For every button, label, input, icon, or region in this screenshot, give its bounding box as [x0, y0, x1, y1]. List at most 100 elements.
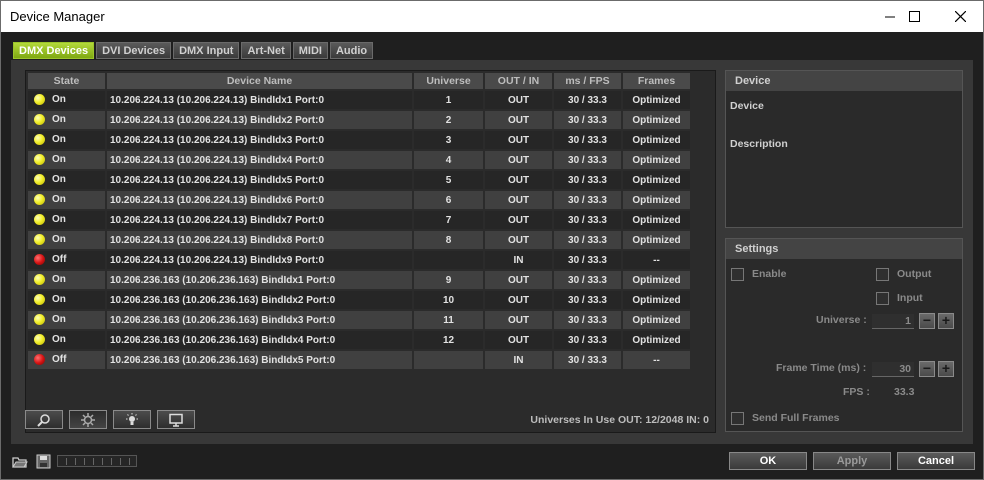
save-button[interactable]	[34, 453, 52, 470]
state-cell[interactable]: Off	[28, 251, 105, 269]
ok-button[interactable]: OK	[729, 452, 807, 470]
state-cell[interactable]: On	[28, 191, 105, 209]
universe-increment-button[interactable]: +	[938, 313, 954, 329]
state-cell[interactable]: On	[28, 111, 105, 129]
search-icon	[37, 413, 50, 427]
status-led-on-icon[interactable]	[34, 314, 45, 326]
status-led-on-icon[interactable]	[34, 94, 45, 106]
status-led-on-icon[interactable]	[34, 114, 45, 126]
output-label: Output	[897, 268, 932, 280]
tab-midi[interactable]: MIDI	[292, 42, 328, 59]
table-row[interactable]: On 10.206.224.13 (10.206.224.13) BindIdx1…	[28, 91, 690, 109]
column-header-ms-fps[interactable]: ms / FPS	[554, 73, 621, 89]
status-led-on-icon[interactable]	[34, 134, 45, 146]
table-row[interactable]: On 10.206.236.163 (10.206.236.163) BindId…	[28, 311, 690, 329]
status-led-on-icon[interactable]	[34, 174, 45, 186]
frame-time-increment-button[interactable]: +	[938, 361, 954, 377]
column-header-universe[interactable]: Universe	[414, 73, 483, 89]
settings-button[interactable]	[69, 410, 107, 429]
table-row[interactable]: On 10.206.224.13 (10.206.224.13) BindIdx3…	[28, 131, 690, 149]
state-cell[interactable]: On	[28, 271, 105, 289]
status-led-on-icon[interactable]	[34, 234, 45, 246]
column-header-device-name[interactable]: Device Name	[107, 73, 412, 89]
frame-time-spinbox[interactable]: 30	[872, 362, 914, 377]
column-header-frames[interactable]: Frames	[623, 73, 690, 89]
apply-button[interactable]: Apply	[813, 452, 891, 470]
tab-art-net[interactable]: Art-Net	[241, 42, 291, 59]
device-name-cell: 10.206.236.163 (10.206.236.163) BindIdx1…	[107, 271, 412, 289]
state-cell[interactable]: On	[28, 311, 105, 329]
state-label: On	[52, 94, 66, 106]
direction-cell: OUT	[485, 211, 552, 229]
tab-dmx-devices[interactable]: DMX Devices	[13, 42, 95, 59]
maximize-button[interactable]	[891, 1, 937, 32]
universe-decrement-button[interactable]: −	[919, 313, 935, 329]
state-label: Off	[52, 354, 67, 366]
table-row[interactable]: On 10.206.236.163 (10.206.236.163) BindId…	[28, 331, 690, 349]
table-row[interactable]: On 10.206.224.13 (10.206.224.13) BindIdx6…	[28, 191, 690, 209]
status-led-off-icon[interactable]	[34, 254, 45, 266]
tab-bar: DMX Devices DVI Devices DMX Input Art-Ne…	[13, 42, 374, 59]
input-checkbox[interactable]	[876, 292, 889, 305]
frames-cell: Optimized	[623, 291, 690, 309]
status-led-on-icon[interactable]	[34, 154, 45, 166]
search-button[interactable]	[25, 410, 63, 429]
table-row[interactable]: On 10.206.224.13 (10.206.224.13) BindIdx2…	[28, 111, 690, 129]
direction-cell: OUT	[485, 111, 552, 129]
table-row[interactable]: On 10.206.224.13 (10.206.224.13) BindIdx7…	[28, 211, 690, 229]
state-cell[interactable]: On	[28, 211, 105, 229]
close-button[interactable]	[937, 1, 983, 32]
table-row[interactable]: On 10.206.224.13 (10.206.224.13) BindIdx4…	[28, 151, 690, 169]
status-led-on-icon[interactable]	[34, 274, 45, 286]
state-cell[interactable]: On	[28, 91, 105, 109]
tab-content-panel: State Device Name Universe OUT / IN ms /…	[11, 60, 973, 444]
universe-spinbox[interactable]: 1	[872, 314, 914, 329]
cancel-button[interactable]: Cancel	[897, 452, 975, 470]
status-led-on-icon[interactable]	[34, 214, 45, 226]
state-label: On	[52, 274, 66, 286]
table-row[interactable]: On 10.206.224.13 (10.206.224.13) BindIdx5…	[28, 171, 690, 189]
zoom-slider[interactable]	[57, 455, 137, 467]
ms-fps-cell: 30 / 33.3	[554, 291, 621, 309]
identify-button[interactable]	[113, 410, 151, 429]
enable-label: Enable	[752, 268, 787, 280]
state-cell[interactable]: On	[28, 331, 105, 349]
tab-audio[interactable]: Audio	[329, 42, 374, 59]
universe-cell: 5	[414, 171, 483, 189]
tab-dvi-devices[interactable]: DVI Devices	[96, 42, 172, 59]
output-checkbox[interactable]	[876, 268, 889, 281]
state-label: On	[52, 174, 66, 186]
monitor-button[interactable]	[157, 410, 195, 429]
frames-cell: Optimized	[623, 271, 690, 289]
state-cell[interactable]: On	[28, 131, 105, 149]
state-cell[interactable]: On	[28, 231, 105, 249]
table-row[interactable]: Off 10.206.236.163 (10.206.236.163) BindI…	[28, 351, 690, 369]
state-cell[interactable]: On	[28, 171, 105, 189]
direction-cell: IN	[485, 251, 552, 269]
frame-time-decrement-button[interactable]: −	[919, 361, 935, 377]
status-led-on-icon[interactable]	[34, 194, 45, 206]
tab-dmx-input[interactable]: DMX Input	[173, 42, 240, 59]
column-header-out-in[interactable]: OUT / IN	[485, 73, 552, 89]
table-row[interactable]: On 10.206.236.163 (10.206.236.163) BindId…	[28, 291, 690, 309]
status-led-on-icon[interactable]	[34, 294, 45, 306]
state-label: On	[52, 294, 66, 306]
status-led-on-icon[interactable]	[34, 334, 45, 346]
direction-cell: OUT	[485, 271, 552, 289]
ms-fps-cell: 30 / 33.3	[554, 331, 621, 349]
state-cell[interactable]: On	[28, 151, 105, 169]
direction-cell: OUT	[485, 191, 552, 209]
frames-cell: Optimized	[623, 331, 690, 349]
status-led-off-icon[interactable]	[34, 354, 45, 366]
table-row[interactable]: On 10.206.224.13 (10.206.224.13) BindIdx8…	[28, 231, 690, 249]
state-cell[interactable]: Off	[28, 351, 105, 369]
state-cell[interactable]: On	[28, 291, 105, 309]
open-button[interactable]	[11, 453, 29, 470]
frames-cell: Optimized	[623, 191, 690, 209]
ms-fps-cell: 30 / 33.3	[554, 91, 621, 109]
enable-checkbox[interactable]	[731, 268, 744, 281]
table-row[interactable]: On 10.206.236.163 (10.206.236.163) BindId…	[28, 271, 690, 289]
column-header-state[interactable]: State	[28, 73, 105, 89]
table-row[interactable]: Off 10.206.224.13 (10.206.224.13) BindIdx…	[28, 251, 690, 269]
send-full-frames-checkbox[interactable]	[731, 412, 744, 425]
